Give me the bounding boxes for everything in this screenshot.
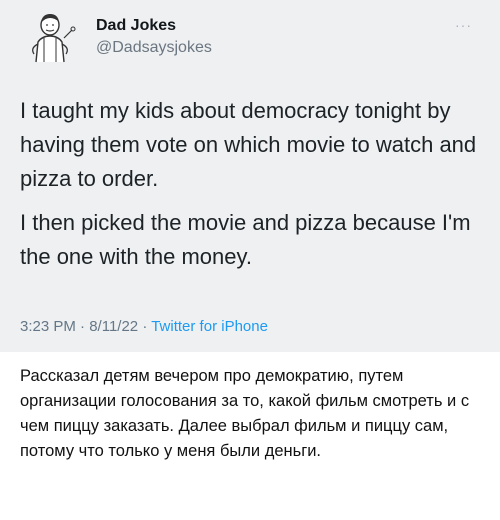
translation-text: Рассказал детям вечером про демократию, … <box>20 367 470 460</box>
tweet-source-link[interactable]: Twitter for iPhone <box>151 318 268 335</box>
tweet-paragraph-2: I then picked the movie and pizza becaus… <box>20 210 471 269</box>
author-handle[interactable]: @Dadsaysjokes <box>96 38 212 58</box>
tweet-paragraph-1: I taught my kids about democracy tonight… <box>20 98 477 191</box>
author-name[interactable]: Dad Jokes <box>96 16 212 36</box>
avatar[interactable] <box>20 8 78 66</box>
meta-separator: · <box>75 318 90 335</box>
tweet-meta: 3:23 PM · 8/11/22 · Twitter for iPhone <box>20 318 268 335</box>
tweet-text: I taught my kids about democracy tonight… <box>20 94 490 284</box>
tweet-card: Dad Jokes @Dadsaysjokes ··· I taught my … <box>0 0 500 352</box>
tweet-time[interactable]: 3:23 PM <box>20 318 76 335</box>
tweet-date[interactable]: 8/11/22 <box>89 318 138 335</box>
more-options-icon[interactable]: ··· <box>455 18 472 32</box>
author-block: Dad Jokes @Dadsaysjokes <box>96 16 212 58</box>
meta-separator: · <box>138 318 152 335</box>
